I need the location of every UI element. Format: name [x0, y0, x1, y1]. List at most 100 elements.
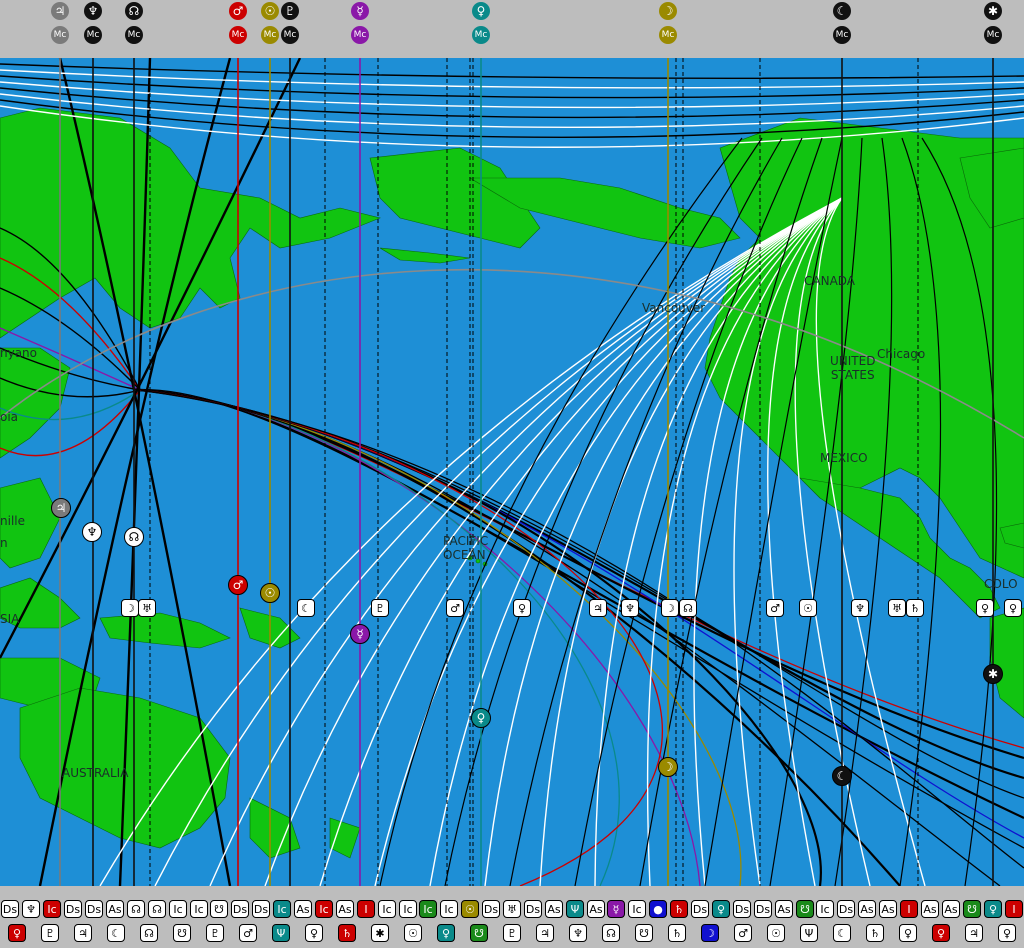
angle-chip[interactable]: As	[775, 900, 793, 918]
angle-chip[interactable]: ♃	[74, 924, 92, 942]
mercury-icon[interactable]: ☿	[350, 624, 370, 644]
mercury-mc-icon[interactable]: Mc	[351, 26, 369, 44]
world-map[interactable]: CANADA UNITED STATES MEXICO Vancouver Ch…	[0, 58, 1024, 886]
angle-chip[interactable]: ♄	[866, 924, 884, 942]
angle-chip[interactable]: ♇	[503, 924, 521, 942]
angle-chip[interactable]: Ic	[440, 900, 458, 918]
angle-chip[interactable]: ☾	[833, 924, 851, 942]
crossing-icon[interactable]: ♀	[513, 599, 531, 617]
angle-chip[interactable]: ♂	[734, 924, 752, 942]
angle-chip[interactable]: ☊	[140, 924, 158, 942]
angle-chip[interactable]: Ds	[231, 900, 249, 918]
angle-chip[interactable]: ♀	[712, 900, 730, 918]
jupiter-mc-icon[interactable]: Mc	[51, 26, 69, 44]
angle-chip[interactable]: ♄	[338, 924, 356, 942]
sun-mc-icon[interactable]: Mc	[261, 26, 279, 44]
angle-chip[interactable]: ♂	[239, 924, 257, 942]
venus-mc-icon[interactable]: Mc	[472, 26, 490, 44]
angle-chip[interactable]: ♀	[984, 900, 1002, 918]
mars-red-icon[interactable]: ♂	[229, 2, 247, 20]
angle-chip[interactable]: I	[1005, 900, 1023, 918]
angle-chip[interactable]: Ds	[837, 900, 855, 918]
venus-icon[interactable]: ♀	[472, 2, 490, 20]
angle-chip[interactable]: Ic	[378, 900, 396, 918]
neptune-mc-icon[interactable]: Mc	[84, 26, 102, 44]
crossing-icon[interactable]: ♆	[621, 599, 639, 617]
angle-chip[interactable]: ♀	[998, 924, 1016, 942]
angle-chip[interactable]: ♀	[899, 924, 917, 942]
angle-chip[interactable]: Ψ	[800, 924, 818, 942]
moon-icon[interactable]: ☽	[658, 757, 678, 777]
mars-icon[interactable]: ♂	[228, 575, 248, 595]
angle-chip[interactable]: ♀	[8, 924, 26, 942]
angle-chip[interactable]: I	[900, 900, 918, 918]
angle-chip[interactable]: ☋	[173, 924, 191, 942]
angle-chip[interactable]: ☿	[607, 900, 625, 918]
pluto-icon[interactable]: ♇	[281, 2, 299, 20]
crossing-icon[interactable]: ♆	[851, 599, 869, 617]
star-icon[interactable]: ✱	[984, 2, 1002, 20]
angle-chip[interactable]: Ic	[169, 900, 187, 918]
angle-chip[interactable]: ☋	[470, 924, 488, 942]
angle-chip[interactable]: ♇	[206, 924, 224, 942]
angle-chip[interactable]: I	[357, 900, 375, 918]
crossing-icon[interactable]: ♄	[906, 599, 924, 617]
angle-chip[interactable]: ♄	[668, 924, 686, 942]
angle-chip[interactable]: Ic	[419, 900, 437, 918]
crossing-icon[interactable]: ♂	[446, 599, 464, 617]
jupiter-icon[interactable]: ♃	[51, 2, 69, 20]
angle-chip[interactable]: Ds	[64, 900, 82, 918]
node-icon[interactable]: ☊	[125, 2, 143, 20]
angle-chip[interactable]: ✱	[371, 924, 389, 942]
angle-chip[interactable]: ☋	[963, 900, 981, 918]
angle-chip[interactable]: Ic	[628, 900, 646, 918]
angle-chip[interactable]: ♄	[670, 900, 688, 918]
moon-black-icon[interactable]: ☾	[833, 2, 851, 20]
angle-chip[interactable]: ☾	[107, 924, 125, 942]
crossing-icon[interactable]: ♀	[1004, 599, 1022, 617]
angle-chip[interactable]: ♀	[932, 924, 950, 942]
crossing-icon[interactable]: ☊	[679, 599, 697, 617]
moon-black-icon[interactable]: ☾	[832, 766, 852, 786]
angle-chip[interactable]: As	[942, 900, 960, 918]
angle-chip[interactable]: Ic	[273, 900, 291, 918]
moon-icon[interactable]: ☽	[659, 2, 677, 20]
angle-chip[interactable]: ♀	[437, 924, 455, 942]
crossing-icon[interactable]: ☽	[121, 599, 139, 617]
angle-chip[interactable]: ♆	[22, 900, 40, 918]
angle-chip[interactable]: ☉	[404, 924, 422, 942]
venus-icon[interactable]: ♀	[471, 708, 491, 728]
angle-chip[interactable]: As	[106, 900, 124, 918]
angle-chip[interactable]: As	[545, 900, 563, 918]
angle-chip[interactable]: As	[587, 900, 605, 918]
angle-chip[interactable]: Ψ	[566, 900, 584, 918]
jupiter-icon[interactable]: ♃	[51, 498, 71, 518]
moon-black-mc-icon[interactable]: Mc	[833, 26, 851, 44]
crossing-icon[interactable]: ♅	[888, 599, 906, 617]
sun-icon[interactable]: ☉	[260, 583, 280, 603]
star-mc-icon[interactable]: Mc	[984, 26, 1002, 44]
angle-chip[interactable]: Ds	[524, 900, 542, 918]
angle-chip[interactable]: As	[921, 900, 939, 918]
angle-chip[interactable]: Ds	[1, 900, 19, 918]
angle-chip[interactable]: Ds	[691, 900, 709, 918]
angle-chip[interactable]: Ds	[482, 900, 500, 918]
crossing-icon[interactable]: ☾	[297, 599, 315, 617]
angle-chip[interactable]: ☉	[461, 900, 479, 918]
angle-chip[interactable]: ☉	[767, 924, 785, 942]
node-mc-icon[interactable]: Mc	[125, 26, 143, 44]
mars-red-mc-icon[interactable]: Mc	[229, 26, 247, 44]
angle-chip[interactable]: Ψ	[272, 924, 290, 942]
angle-chip[interactable]: ♃	[965, 924, 983, 942]
angle-chip[interactable]: ♅	[503, 900, 521, 918]
angle-chip[interactable]: ☽	[701, 924, 719, 942]
angle-chip[interactable]: ☊	[602, 924, 620, 942]
node-icon[interactable]: ☊	[124, 527, 144, 547]
angle-chip[interactable]: Ds	[252, 900, 270, 918]
sun-icon[interactable]: ☉	[261, 2, 279, 20]
star-icon[interactable]: ✱	[983, 664, 1003, 684]
crossing-icon[interactable]: ☉	[799, 599, 817, 617]
moon-mc-icon[interactable]: Mc	[659, 26, 677, 44]
angle-chip[interactable]: Ic	[816, 900, 834, 918]
crossing-icon[interactable]: ♅	[138, 599, 156, 617]
